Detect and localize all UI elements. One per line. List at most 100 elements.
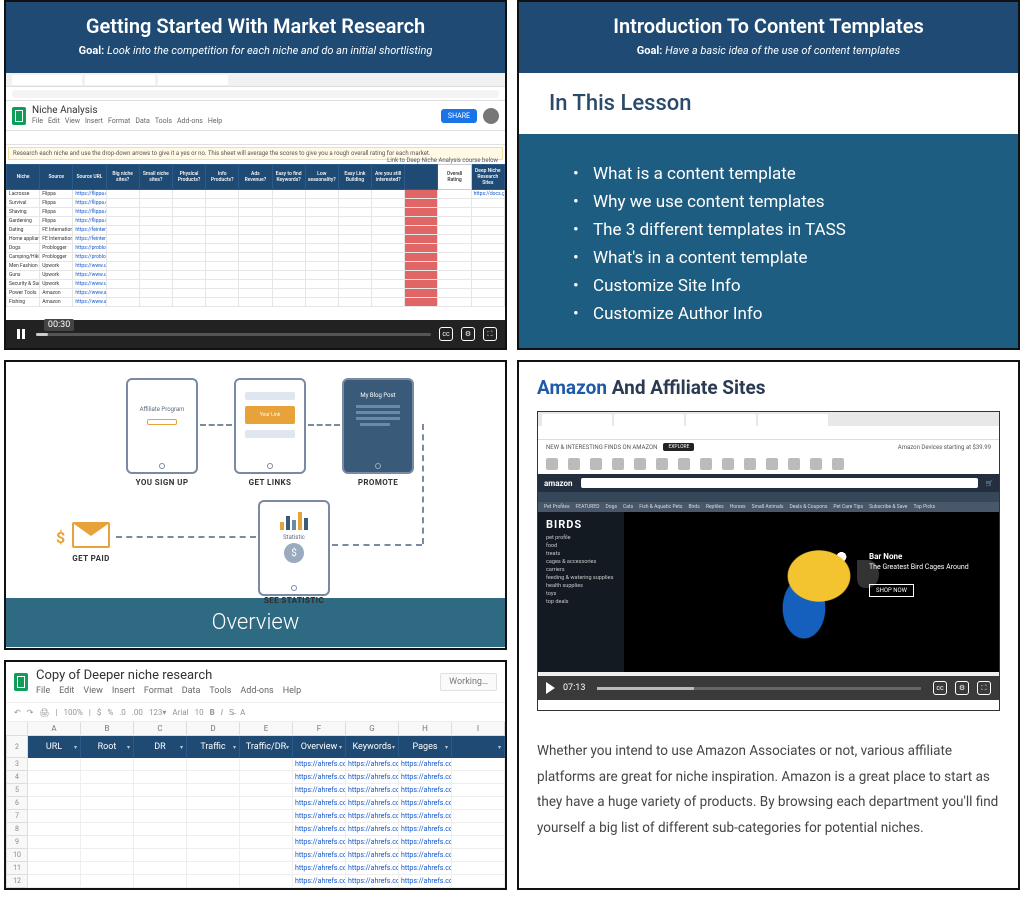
user-avatar[interactable] [483, 108, 499, 124]
menu-item[interactable]: Data [182, 686, 201, 697]
browser-url-bar[interactable] [538, 426, 999, 440]
menu-item[interactable]: Add-ons [177, 118, 203, 125]
category-link[interactable]: Cats [623, 504, 633, 510]
column-header[interactable]: Traffic/DR▾ [240, 736, 293, 758]
category-link[interactable]: Horses [730, 504, 746, 510]
menu-item[interactable]: Help [283, 686, 301, 697]
table-header-row[interactable]: 2URL▾Root▾DR▾Traffic▾Traffic/DR▾Overview… [6, 736, 505, 758]
menu-item[interactable]: Help [208, 118, 222, 125]
pause-button[interactable] [14, 327, 28, 341]
share-button[interactable]: SHARE [441, 109, 477, 123]
sidebar-link[interactable]: pet profile [546, 535, 616, 541]
column-header[interactable]: Traffic▾ [187, 736, 240, 758]
table-row[interactable]: Security & Surveillance SystemUpworkhttp… [7, 280, 505, 289]
sidebar-link[interactable]: feeding & watering supplies [546, 575, 616, 581]
video-player-controls[interactable]: 00:30 cc ⚙ ⛶ [6, 320, 505, 348]
sidebar-link[interactable]: cages & accessories [546, 559, 616, 565]
browser-tab-strip[interactable] [6, 73, 505, 87]
menu-item[interactable]: Insert [112, 686, 135, 697]
cart-icon[interactable]: 🛒 [986, 480, 993, 487]
table-row[interactable]: Power ToolsAmazonhttps://www.amazon.com/… [7, 289, 505, 298]
table-row[interactable]: 5https://ahrefs.comhttps://ahrefs.comhtt… [6, 784, 505, 797]
table-row[interactable]: Men Fashion / LifestyleUpworkhttps://www… [7, 262, 505, 271]
sheets-toolbar[interactable] [6, 131, 505, 145]
fullscreen-icon[interactable]: ⛶ [977, 681, 991, 695]
fullscreen-icon[interactable]: ⛶ [483, 327, 497, 341]
amazon-category-row[interactable]: Pet Profiles FEATURED Dogs Cats Fish & Aquat… [538, 502, 999, 512]
cc-button[interactable]: cc [933, 681, 947, 695]
category-link[interactable]: Top Picks [913, 504, 935, 510]
table-body[interactable]: 3https://ahrefs.comhttps://ahrefs.comhtt… [6, 758, 505, 890]
table-row[interactable]: Home appliancesFE Internationalhttps://f… [7, 235, 505, 244]
table-row[interactable]: Camping/HikingProbloggerhttps://problogg… [7, 253, 505, 262]
video-scrubber[interactable] [597, 687, 921, 690]
amazon-logo[interactable]: amazon [544, 479, 573, 488]
category-link[interactable]: Pet Profiles [544, 504, 570, 510]
menu-item[interactable]: View [83, 686, 102, 697]
category-link[interactable]: Deals & Coupons [790, 504, 828, 510]
video-scrubber[interactable]: 00:30 [36, 333, 431, 336]
table-row[interactable]: DatingFE Internationalhttps://feinternat… [7, 226, 505, 235]
table-row[interactable]: 3https://ahrefs.comhttps://ahrefs.comhtt… [6, 758, 505, 771]
menu-item[interactable]: Edit [48, 118, 60, 125]
table-row[interactable]: 7https://ahrefs.comhttps://ahrefs.comhtt… [6, 810, 505, 823]
birds-sidebar[interactable]: BIRDS pet profilefoodtreatscages & acces… [538, 512, 624, 672]
table-row[interactable]: 6https://ahrefs.comhttps://ahrefs.comhtt… [6, 797, 505, 810]
amazon-subnav[interactable] [538, 492, 999, 502]
column-header[interactable]: URL▾ [28, 736, 81, 758]
column-header[interactable]: ▾ [452, 736, 505, 758]
amazon-search-input[interactable] [581, 478, 978, 488]
menu-item[interactable]: View [65, 118, 80, 125]
settings-icon[interactable]: ⚙ [461, 327, 475, 341]
video-player-controls[interactable]: 07:13 cc ⚙ ⛶ [538, 676, 999, 700]
column-header[interactable]: Overview▾ [293, 736, 346, 758]
menu-item[interactable]: Tools [209, 686, 231, 697]
menu-item[interactable]: Format [144, 686, 173, 697]
category-link[interactable]: Fish & Aquatic Pets [639, 504, 682, 510]
shop-now-button[interactable]: SHOP NOW [869, 584, 914, 597]
column-header[interactable]: Pages▾ [399, 736, 452, 758]
menu-item[interactable]: Tools [155, 118, 172, 125]
cc-button[interactable]: cc [439, 327, 453, 341]
menu-item[interactable]: Edit [59, 686, 74, 697]
table-row[interactable]: 11https://ahrefs.comhttps://ahrefs.comht… [6, 862, 505, 875]
table-row[interactable]: 13https://ahrefs.comhttps://ahrefs.comht… [6, 888, 505, 890]
table-row[interactable]: 10https://ahrefs.comhttps://ahrefs.comht… [6, 849, 505, 862]
table-row[interactable]: SurvivalFlippahttps://flippa.com/9358735… [7, 199, 505, 208]
table-row[interactable]: 8https://ahrefs.comhttps://ahrefs.comhtt… [6, 823, 505, 836]
menu-item[interactable]: Insert [85, 118, 103, 125]
sidebar-link[interactable]: toys [546, 591, 616, 597]
category-link[interactable]: Birds [688, 504, 699, 510]
sheets-menu-bar[interactable]: File Edit View Insert Format Data Tools Add-ons… [36, 686, 301, 697]
niche-analysis-table[interactable]: NicheSourceSource URLBig niche sites?Sma… [6, 164, 505, 307]
category-link[interactable]: Dogs [606, 504, 618, 510]
category-link[interactable]: Pet Care Tips [833, 504, 863, 510]
category-link[interactable]: FEATURED [576, 504, 600, 510]
category-link[interactable]: Reptiles [706, 504, 724, 510]
menu-item[interactable]: File [32, 118, 43, 125]
column-header[interactable]: Keywords▾ [346, 736, 399, 758]
category-link[interactable]: Subscribe & Save [869, 504, 907, 510]
play-button[interactable] [546, 682, 555, 694]
menu-item[interactable]: Add-ons [240, 686, 273, 697]
menu-item[interactable]: Format [108, 118, 130, 125]
document-title[interactable]: Niche Analysis [32, 106, 222, 116]
table-row[interactable]: GardeningFlippahttps://flippa.com/935763… [7, 217, 505, 226]
browser-url-bar[interactable] [6, 87, 505, 101]
document-title[interactable]: Copy of Deeper niche research [36, 668, 301, 684]
menu-item[interactable]: File [36, 686, 50, 697]
category-link[interactable]: Small Animals [752, 504, 784, 510]
column-header[interactable]: DR▾ [134, 736, 187, 758]
table-row[interactable]: GunsUpworkhttps://www.upwork.com/job/Gun… [7, 271, 505, 280]
browser-tab-strip[interactable] [538, 412, 999, 426]
amazon-nav-bar[interactable]: amazon 🛒 [538, 474, 999, 492]
sidebar-link[interactable]: health supplies [546, 583, 616, 589]
table-row[interactable]: FishingAmazonhttps://www.amazon.com/s/re… [7, 298, 505, 307]
sidebar-link[interactable]: treats [546, 551, 616, 557]
table-row[interactable]: ShavingFlippahttps://flippa.com/9358893-… [7, 208, 505, 217]
column-letters-row[interactable]: ABCDEFGHI [6, 722, 505, 736]
table-row[interactable]: LacrosseFlippahttps://flippa.com/8727305… [7, 190, 505, 199]
sheets-toolbar[interactable]: ↶↷🖨|100%|$%.0.00123▾Arial10BIS̶A [6, 702, 505, 722]
settings-icon[interactable]: ⚙ [955, 681, 969, 695]
table-row[interactable]: 4https://ahrefs.comhttps://ahrefs.comhtt… [6, 771, 505, 784]
